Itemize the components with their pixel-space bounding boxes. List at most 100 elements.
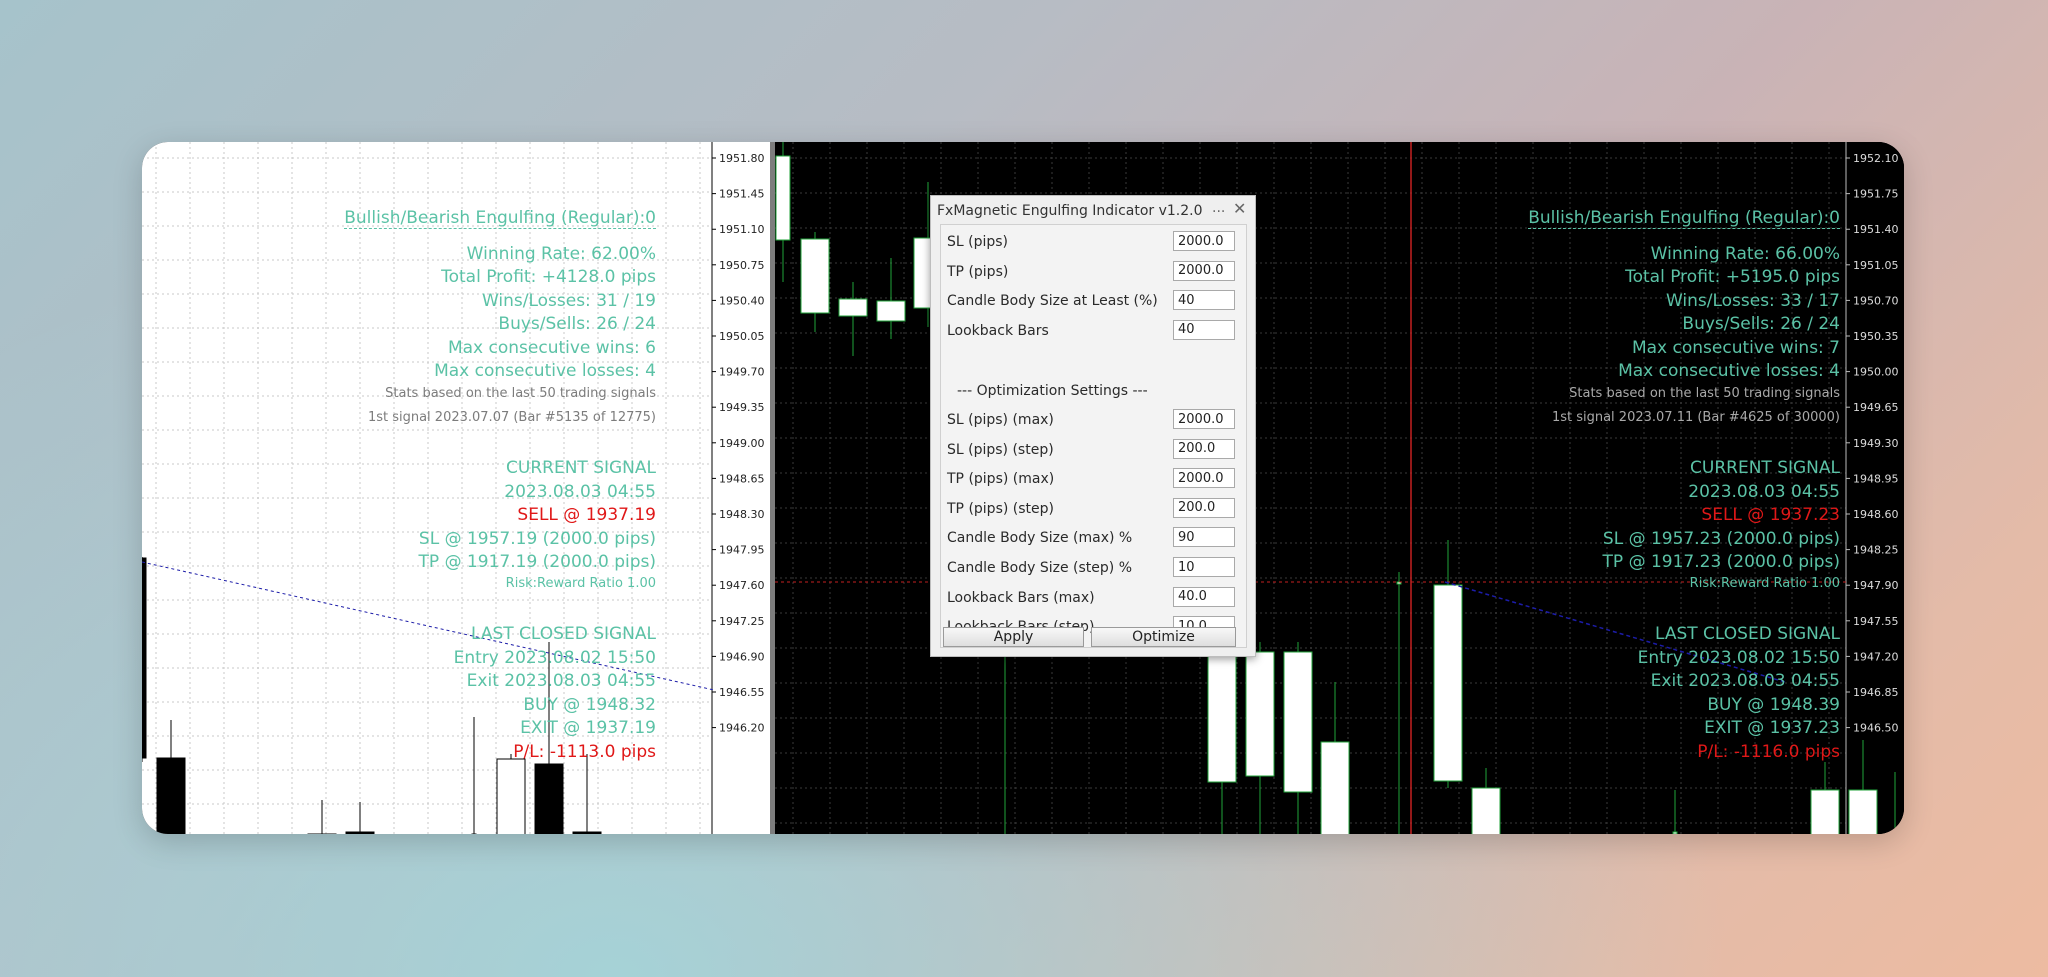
right-last-closed-pl: P/L: -1116.0 pips bbox=[1697, 742, 1840, 762]
price-tick-label: 1947.60 bbox=[719, 579, 765, 592]
param-label: Candle Body Size at Least (%) bbox=[947, 293, 1158, 310]
opt-param-input[interactable] bbox=[1173, 527, 1235, 548]
left-current-signal-action: SELL @ 1937.19 bbox=[517, 505, 656, 525]
left-last-closed-pl: P/L: -1113.0 pips bbox=[513, 742, 656, 762]
price-tick-label: 1951.75 bbox=[1853, 188, 1899, 201]
price-tick-label: 1950.75 bbox=[719, 259, 765, 272]
left-current-signal-heading: CURRENT SIGNAL bbox=[506, 458, 656, 478]
opt-param-label: Lookback Bars (max) bbox=[947, 589, 1095, 606]
opt-param-row: SL (pips) (max) bbox=[941, 408, 1246, 432]
left-current-signal-rr: Risk:Reward Ratio 1.00 bbox=[505, 576, 656, 591]
price-tick-label: 1947.25 bbox=[719, 615, 765, 628]
opt-param-label: SL (pips) (max) bbox=[947, 412, 1054, 428]
price-tick-label: 1946.90 bbox=[719, 650, 765, 663]
candle-body bbox=[775, 155, 791, 241]
candle-body bbox=[838, 298, 868, 317]
opt-param-row: Candle Body Size (max) % bbox=[941, 526, 1246, 550]
indicator-dialog[interactable]: FxMagnetic Engulfing Indicator v1.2.0 ..… bbox=[930, 195, 1256, 657]
price-tick-label: 1951.80 bbox=[719, 152, 765, 165]
price-tick-label: 1947.95 bbox=[719, 544, 765, 557]
right-last-closed-exit-price: EXIT @ 1937.23 bbox=[1704, 718, 1840, 738]
opt-param-input[interactable] bbox=[1173, 497, 1235, 518]
candle-body bbox=[1207, 651, 1237, 783]
opt-param-row: Candle Body Size (step) % bbox=[941, 556, 1246, 580]
left-last-closed-heading: LAST CLOSED SIGNAL bbox=[470, 624, 656, 644]
price-tick-label: 1949.70 bbox=[719, 366, 765, 379]
opt-param-input[interactable] bbox=[1173, 409, 1235, 429]
apply-button[interactable]: Apply bbox=[943, 627, 1084, 647]
candle-body bbox=[1848, 789, 1878, 834]
left-chart-pane[interactable]: 1951.80 1951.45 1951.10 1950.75 1950.40 1950.… bbox=[142, 142, 770, 834]
right-total-profit: Total Profit: +5195.0 pips bbox=[1625, 267, 1840, 287]
price-tick-label: 1950.40 bbox=[719, 294, 765, 307]
right-last-closed-entry: Entry 2023.08.02 15:50 bbox=[1637, 648, 1840, 668]
dialog-title[interactable]: FxMagnetic Engulfing Indicator v1.2.0 bbox=[937, 203, 1203, 219]
price-tick-label: 1947.90 bbox=[1853, 579, 1899, 592]
price-tick-label: 1946.55 bbox=[719, 686, 765, 699]
right-current-signal-tp: TP @ 1917.23 (2000.0 pips) bbox=[1602, 552, 1840, 572]
left-buys-sells: Buys/Sells: 26 / 24 bbox=[498, 314, 656, 334]
param-input[interactable] bbox=[1173, 260, 1235, 281]
candle-body bbox=[876, 300, 906, 322]
right-current-signal-rr: Risk:Reward Ratio 1.00 bbox=[1689, 576, 1840, 591]
param-label: TP (pips) bbox=[947, 263, 1009, 280]
candle-body bbox=[1283, 651, 1313, 793]
param-row: Lookback Bars bbox=[941, 319, 1246, 343]
candle-body bbox=[1892, 831, 1898, 834]
left-max-wins: Max consecutive wins: 6 bbox=[447, 338, 656, 358]
candle-body bbox=[800, 238, 830, 314]
right-buys-sells: Buys/Sells: 26 / 24 bbox=[1682, 314, 1840, 334]
opt-param-row: SL (pips) (step) bbox=[941, 438, 1246, 462]
right-current-signal-heading: CURRENT SIGNAL bbox=[1690, 458, 1840, 478]
param-row: TP (pips) bbox=[941, 260, 1246, 284]
price-tick-label: 1951.40 bbox=[1853, 223, 1899, 236]
minimize-icon[interactable]: ... bbox=[1212, 200, 1225, 216]
right-header: Bullish/Bearish Engulfing (Regular):0 bbox=[1528, 208, 1840, 229]
opt-param-row: TP (pips) (step) bbox=[941, 497, 1246, 521]
price-tick-label: 1949.30 bbox=[1853, 437, 1899, 450]
opt-param-input[interactable] bbox=[1173, 438, 1235, 459]
right-wins-losses: Wins/Losses: 33 / 17 bbox=[1665, 291, 1840, 311]
opt-param-label: Candle Body Size (step) % bbox=[947, 560, 1133, 576]
price-tick-label: 1949.65 bbox=[1853, 401, 1899, 414]
right-current-signal-time: 2023.08.03 04:55 bbox=[1688, 482, 1840, 502]
left-last-closed-exit-price: EXIT @ 1937.19 bbox=[520, 718, 656, 738]
close-icon[interactable]: ✕ bbox=[1233, 199, 1246, 218]
price-tick-label: 1952.10 bbox=[1853, 152, 1899, 165]
opt-param-input[interactable] bbox=[1173, 557, 1235, 577]
opt-param-label: TP (pips) (step) bbox=[947, 500, 1054, 517]
left-current-signal-tp: TP @ 1917.19 (2000.0 pips) bbox=[418, 552, 656, 572]
left-first-signal: 1st signal 2023.07.07 (Bar #5135 of 1277… bbox=[367, 410, 656, 425]
price-tick-label: 1949.00 bbox=[719, 437, 765, 450]
price-tick-label: 1950.70 bbox=[1853, 294, 1899, 307]
price-tick-label: 1948.30 bbox=[719, 508, 765, 521]
dialog-body: SL (pips) TP (pips) Candle Body Size at Le… bbox=[940, 224, 1247, 648]
param-input[interactable] bbox=[1173, 319, 1235, 340]
right-max-wins: Max consecutive wins: 7 bbox=[1631, 338, 1840, 358]
price-tick-label: 1951.10 bbox=[719, 223, 765, 236]
right-winning-rate: Winning Rate: 66.00% bbox=[1650, 244, 1840, 264]
left-current-signal-sl: SL @ 1957.19 (2000.0 pips) bbox=[418, 529, 656, 549]
left-last-closed-action: BUY @ 1948.32 bbox=[523, 695, 656, 715]
optimization-section-label: --- Optimization Settings --- bbox=[957, 383, 1148, 399]
param-label: Lookback Bars bbox=[947, 322, 1049, 339]
param-label: SL (pips) bbox=[947, 234, 1009, 250]
param-input[interactable] bbox=[1173, 231, 1235, 251]
optimize-button[interactable]: Optimize bbox=[1091, 627, 1236, 647]
opt-param-label: Candle Body Size (max) % bbox=[947, 530, 1133, 547]
opt-param-row: Lookback Bars (max) bbox=[941, 586, 1246, 610]
price-tick-label: 1946.20 bbox=[719, 722, 765, 735]
opt-param-row: TP (pips) (max) bbox=[941, 467, 1246, 491]
left-max-losses: Max consecutive losses: 4 bbox=[434, 361, 656, 381]
right-last-closed-action: BUY @ 1948.39 bbox=[1707, 695, 1840, 715]
left-header: Bullish/Bearish Engulfing (Regular):0 bbox=[344, 208, 656, 229]
left-last-closed-exit-time: Exit 2023.08.03 04:55 bbox=[466, 671, 656, 691]
opt-param-input[interactable] bbox=[1173, 586, 1235, 607]
price-tick-label: 1948.60 bbox=[1853, 508, 1899, 521]
left-stats-overlay: Bullish/Bearish Engulfing (Regular):0 Wi… bbox=[142, 142, 656, 834]
price-tick-label: 1950.00 bbox=[1853, 366, 1899, 379]
param-input[interactable] bbox=[1173, 290, 1235, 311]
price-tick-label: 1951.05 bbox=[1853, 259, 1899, 272]
opt-param-input[interactable] bbox=[1173, 468, 1235, 489]
right-current-signal-sl: SL @ 1957.23 (2000.0 pips) bbox=[1602, 529, 1840, 549]
